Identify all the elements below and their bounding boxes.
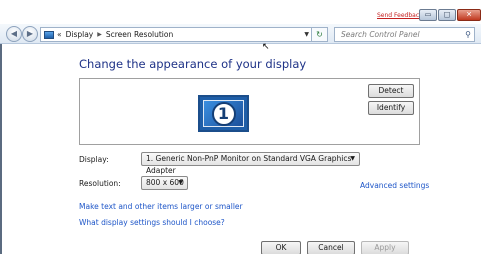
maximize-icon: □ xyxy=(443,10,451,19)
ok-button[interactable]: OK xyxy=(261,241,301,254)
monitor-screen: 1 xyxy=(203,100,244,127)
identify-button[interactable]: Identify xyxy=(368,101,414,115)
display-select-value: 1. Generic Non-PnP Monitor on Standard V… xyxy=(146,154,352,175)
search-icon[interactable]: ⚲ xyxy=(465,28,471,41)
breadcrumb-screen-resolution[interactable]: Screen Resolution xyxy=(106,30,173,39)
breadcrumb-overflow[interactable]: « xyxy=(57,30,62,39)
forward-arrow-icon: ▶ xyxy=(26,29,34,38)
breadcrumb-display[interactable]: Display xyxy=(66,30,94,39)
apply-button[interactable]: Apply xyxy=(361,241,409,254)
resolution-select[interactable]: 800 x 600 ▼ xyxy=(141,176,188,190)
page-title: Change the appearance of your display xyxy=(79,57,307,71)
minimize-icon: ▭ xyxy=(424,10,432,19)
back-button[interactable]: ◀ xyxy=(6,26,22,42)
forward-button[interactable]: ▶ xyxy=(22,26,38,42)
search-input[interactable]: Search Control Panel ⚲ xyxy=(334,27,475,42)
close-button[interactable]: ✕ xyxy=(457,9,481,21)
navigation-bar: ◀ ▶ « Display ▶ Screen Resolution ▼ ↻ Se… xyxy=(0,24,481,44)
window-controls: ▭ □ ✕ xyxy=(419,9,481,21)
chevron-down-icon: ▼ xyxy=(350,155,355,162)
detect-button[interactable]: Detect xyxy=(368,84,414,98)
display-settings-help-link[interactable]: What display settings should I choose? xyxy=(79,218,225,227)
address-dropdown-icon[interactable]: ▼ xyxy=(304,31,309,38)
address-bar[interactable]: « Display ▶ Screen Resolution ▼ xyxy=(40,27,312,42)
breadcrumb-separator-icon[interactable]: ▶ xyxy=(97,31,102,38)
back-arrow-icon: ◀ xyxy=(10,29,18,38)
send-feedback-link[interactable]: Send Feedback xyxy=(377,12,423,19)
monitor-number: 1 xyxy=(211,101,236,126)
display-preview-area: 1 Detect Identify xyxy=(79,78,420,145)
refresh-button[interactable]: ↻ xyxy=(312,27,328,42)
display-select[interactable]: 1. Generic Non-PnP Monitor on Standard V… xyxy=(141,152,360,175)
display-label: Display: xyxy=(79,155,109,164)
resolution-label: Resolution: xyxy=(79,179,121,188)
refresh-icon: ↻ xyxy=(316,30,323,39)
cancel-button[interactable]: Cancel xyxy=(307,241,355,254)
maximize-button[interactable]: □ xyxy=(438,9,456,21)
search-placeholder: Search Control Panel xyxy=(341,30,420,39)
close-icon: ✕ xyxy=(466,10,472,19)
text-size-link[interactable]: Make text and other items larger or smal… xyxy=(79,202,243,211)
minimize-button[interactable]: ▭ xyxy=(419,9,437,21)
display-icon xyxy=(44,30,54,39)
advanced-settings-link[interactable]: Advanced settings xyxy=(360,181,429,190)
mouse-cursor-icon: ↖ xyxy=(262,42,270,52)
monitor-1-icon[interactable]: 1 xyxy=(198,95,249,132)
chevron-down-icon: ▼ xyxy=(178,179,183,186)
